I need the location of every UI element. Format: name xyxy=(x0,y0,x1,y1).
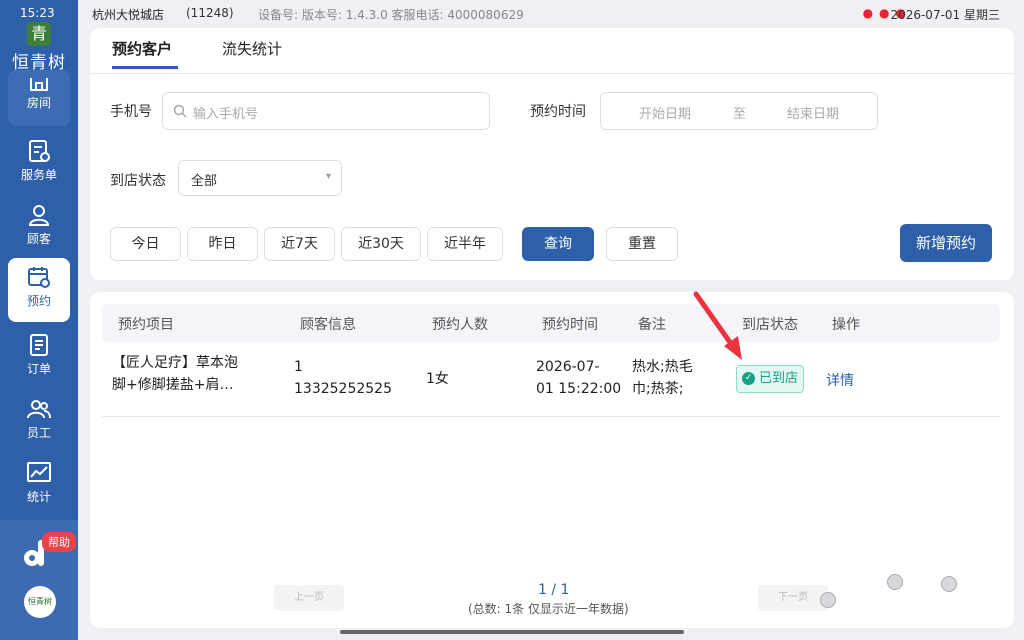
col-customer: 顾客信息 xyxy=(300,317,356,333)
customer-icon xyxy=(28,205,50,226)
sidebar-item-label: 预约 xyxy=(26,294,51,308)
sidebar-item-service-order[interactable]: 服务单 xyxy=(8,132,70,194)
query-button[interactable]: 查询 xyxy=(522,227,594,261)
customer-name: 1 xyxy=(294,359,303,375)
project-cell: 【匠人足疗】草本泡 脚+修脚搓盐+肩… xyxy=(112,352,238,396)
sidebar-item-label: 服务单 xyxy=(20,168,57,182)
quick-yesterday-button[interactable]: 昨日 xyxy=(187,227,258,261)
customer-phone: 13325252525 xyxy=(294,381,392,397)
sidebar-item-customers[interactable]: 顾客 xyxy=(8,196,70,258)
annotation-arrow-icon xyxy=(693,291,742,360)
home-indicator[interactable] xyxy=(340,630,684,634)
store-name: 杭州大悦城店 xyxy=(92,8,165,22)
phone-placeholder: 输入手机号 xyxy=(193,107,259,122)
col-project: 预约项目 xyxy=(118,317,174,333)
col-people: 预约人数 xyxy=(432,317,488,333)
help-badge[interactable]: 帮助 xyxy=(42,532,76,552)
clock: 15:23 xyxy=(20,6,55,20)
status-bar: 15:23 杭州大悦城店 (11248) 设备号: 版本号: 1.4.3.0 客… xyxy=(0,0,1024,28)
note-line: 热水;热毛 xyxy=(632,359,693,375)
page-summary: (总数: 1条 仅显示近一年数据) xyxy=(468,602,629,616)
quick-30days-button[interactable]: 近30天 xyxy=(341,227,421,261)
quick-7days-button[interactable]: 近7天 xyxy=(264,227,335,261)
sidebar-item-orders[interactable]: 订单 xyxy=(8,326,70,388)
date-range-picker[interactable]: 开始日期 至 结束日期 xyxy=(600,92,878,130)
sidebar-item-label: 房间 xyxy=(26,96,51,110)
calendar-icon xyxy=(28,267,50,288)
project-line: 脚+修脚搓盐+肩… xyxy=(112,377,234,393)
quick-half-year-button[interactable]: 近半年 xyxy=(427,227,503,261)
tab-churn-statistics[interactable]: 流失统计 xyxy=(222,38,282,59)
rooms-icon xyxy=(30,78,48,91)
service-order-icon xyxy=(29,140,50,162)
help-area: 帮助 恒青树 xyxy=(0,520,78,640)
logo-mark: 青 xyxy=(27,22,51,46)
select-value: 全部 xyxy=(191,174,218,189)
booking-time-label: 预约时间 xyxy=(530,104,586,120)
tab-appointment-customers[interactable]: 预约客户 xyxy=(112,38,172,59)
store-id: (11248) xyxy=(186,6,234,20)
device-info: 设备号: 版本号: 1.4.3.0 客服电话: 4000080629 xyxy=(258,8,524,22)
table-header: 预约项目 顾客信息 预约人数 预约时间 备注 到店状态 操作 xyxy=(102,304,1000,342)
sidebar-item-label: 员工 xyxy=(26,426,51,440)
sidebar-item-label: 统计 xyxy=(26,490,51,504)
col-time: 预约时间 xyxy=(542,317,598,333)
time-line: 2026-07- xyxy=(536,359,600,375)
quick-today-button[interactable]: 今日 xyxy=(110,227,181,261)
tab-divider xyxy=(90,73,1014,74)
check-circle-icon: ✓ xyxy=(742,372,755,385)
people-cell: 1女 xyxy=(426,371,449,387)
phone-input[interactable]: 输入手机号 xyxy=(162,92,490,130)
sidebar-item-label: 订单 xyxy=(26,362,51,376)
detail-link[interactable]: 详情 xyxy=(826,370,854,390)
floating-dot[interactable] xyxy=(941,576,957,592)
time-cell: 2026-07- 01 15:22:00 xyxy=(536,356,621,400)
note-line: 巾;热茶; xyxy=(632,381,684,397)
sidebar-item-label: 顾客 xyxy=(26,232,51,246)
new-booking-button[interactable]: 新增预约 xyxy=(900,224,992,262)
arrival-status-label: 到店状态 xyxy=(110,173,166,189)
col-arrival-status: 到店状态 xyxy=(742,317,798,333)
search-icon xyxy=(173,104,187,118)
prev-page-button[interactable]: 上一页 xyxy=(274,585,344,611)
filter-panel: 预约客户 流失统计 手机号 输入手机号 预约时间 开始日期 至 结束日期 到店状… xyxy=(90,28,1014,280)
active-tab-indicator xyxy=(112,66,178,69)
results-panel: 预约项目 顾客信息 预约人数 预约时间 备注 到店状态 操作 【匠人足疗】草本泡… xyxy=(90,292,1014,628)
sidebar-item-statistics[interactable]: 统计 xyxy=(8,454,70,516)
floating-dot[interactable] xyxy=(887,574,903,590)
arrival-status-select[interactable]: 全部 ▾ xyxy=(178,160,342,196)
phone-label: 手机号 xyxy=(110,104,152,120)
status-badge: ✓ 已到店 xyxy=(736,365,804,393)
next-page-button[interactable]: 下一页 xyxy=(758,585,828,611)
start-date-field[interactable]: 开始日期 xyxy=(639,103,691,122)
col-actions: 操作 xyxy=(832,317,860,333)
time-line: 01 15:22:00 xyxy=(536,381,622,397)
app-logo: 青 恒青树 xyxy=(0,22,78,73)
staff-icon xyxy=(27,400,51,419)
customer-cell: 1 13325252525 xyxy=(294,356,392,400)
chevron-down-icon: ▾ xyxy=(325,171,331,182)
notes-cell: 热水;热毛 巾;热茶; xyxy=(632,356,693,400)
range-separator: 至 xyxy=(733,107,747,122)
sidebar-item-rooms[interactable]: 房间 xyxy=(8,70,70,126)
page-indicator: 1 / 1 xyxy=(538,582,570,598)
status-datetime: 2026-07-01 星期三 xyxy=(890,8,1000,22)
floating-dot[interactable] xyxy=(820,592,836,608)
col-notes: 备注 xyxy=(638,317,666,333)
row-divider xyxy=(102,416,1000,417)
avatar[interactable]: 恒青树 xyxy=(24,586,56,618)
sidebar-item-appointments[interactable]: 预约 xyxy=(8,258,70,322)
chart-icon xyxy=(27,462,51,482)
project-line: 【匠人足疗】草本泡 xyxy=(112,355,238,371)
sidebar: 青 恒青树 房间 服务单 顾客 预约 订单 员工 统计 帮助 恒青树 xyxy=(0,0,78,640)
status-text: 已到店 xyxy=(759,371,799,386)
sidebar-item-staff[interactable]: 员工 xyxy=(8,390,70,452)
end-date-field[interactable]: 结束日期 xyxy=(787,103,839,122)
order-icon xyxy=(30,334,48,356)
reset-button[interactable]: 重置 xyxy=(606,227,678,261)
